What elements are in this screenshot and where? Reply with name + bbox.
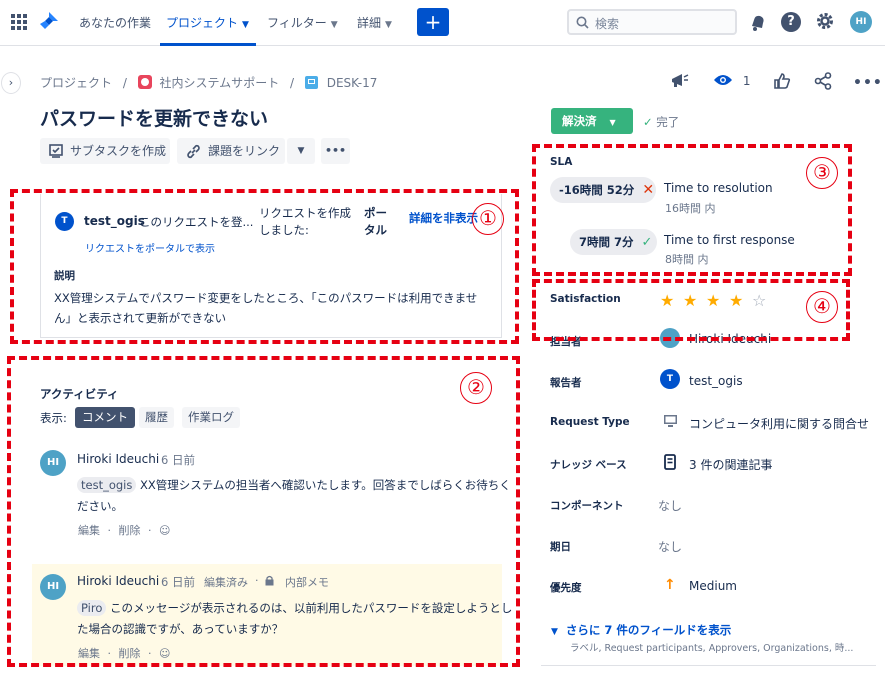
nav-your-work[interactable]: あなたの作業 [79,14,151,31]
breadcrumb-separator: / [122,76,127,90]
reporter-label: 報告者 [550,377,582,389]
project-avatar-icon [137,75,152,89]
priority-medium-icon: ↑ [664,577,676,593]
link-issue-dropdown[interactable]: ▼ [287,138,315,164]
chevron-down-icon: ▼ [551,627,558,637]
fields-divider [541,665,876,666]
reporter-value[interactable]: test_ogis [689,374,743,388]
annotation-number-3: ③ [806,157,838,189]
nav-projects-label: プロジェクト [166,16,239,30]
breadcrumb: プロジェクト / 社内システムサポート / DESK-17 [40,74,377,91]
breadcrumb-projects[interactable]: プロジェクト [40,76,112,90]
search-input[interactable]: 検索 [567,9,737,35]
breadcrumb-issue-key[interactable]: DESK-17 [327,76,378,90]
annotation-box-3 [532,144,852,276]
nav-details-label: 詳細 [357,16,382,30]
share-icon[interactable] [814,72,832,93]
watchers-count: 1 [742,74,751,88]
book-icon [664,454,676,470]
search-icon [576,16,589,29]
active-nav-indicator [160,43,256,46]
chevron-down-icon: ▼ [330,20,338,30]
create-subtask-button[interactable]: サブタスクを作成 [40,138,170,164]
sidebar-expand-button[interactable]: › [1,72,21,94]
breadcrumb-project[interactable]: 社内システムサポート [160,76,280,90]
show-more-fields-label: さらに 7 件のフィールドを表示 [565,623,732,637]
check-icon: ✓ [643,115,653,129]
component-label: コンポーネント [550,500,624,512]
link-icon [187,144,200,159]
feedback-icon[interactable] [670,71,690,94]
create-button[interactable]: + [417,8,449,36]
more-actions-icon[interactable]: ••• [853,75,883,91]
nav-projects[interactable]: プロジェクト ▼ [166,14,249,31]
jira-logo-icon[interactable] [39,11,59,33]
nav-filters-label: フィルター [267,16,327,30]
resolution-label: 完了 [656,115,680,129]
link-issue-label: 課題をリンク [208,144,281,158]
more-fields-summary: ラベル, Request participants, Approvers, Or… [570,643,854,654]
annotation-box-2 [7,356,520,667]
status-button[interactable]: 解決済 ▼ [551,108,633,134]
chevron-down-icon: ▼ [609,118,616,127]
watch-button[interactable]: 1 [713,73,750,88]
help-icon[interactable]: ? [781,12,801,32]
user-avatar[interactable]: HI [850,11,872,33]
create-subtask-label: サブタスクを作成 [70,144,167,158]
priority-label: 優先度 [550,582,582,594]
annotation-number-2: ② [460,372,492,404]
chevron-down-icon: ▼ [385,20,392,30]
chevron-down-icon: ▼ [242,20,249,30]
reporter-field-avatar: T [660,369,680,389]
nav-details[interactable]: 詳細 ▼ [357,14,392,31]
issue-type-icon [304,76,318,89]
top-navigation: あなたの作業 プロジェクト ▼ フィルター ▼ 詳細 ▼ + 検索 ? HI [0,0,885,46]
due-date-label: 期日 [550,541,571,553]
annotation-box-4 [532,279,850,341]
annotation-box-1 [10,189,519,344]
request-type-value[interactable]: コンピュータ利用に関する問合せ [689,415,869,432]
request-type-label: Request Type [550,416,630,428]
issue-more-button[interactable]: ••• [321,138,350,164]
knowledge-base-label: ナレッジ ベース [550,459,627,471]
eye-icon [714,75,732,85]
notifications-icon[interactable] [749,12,767,35]
like-icon[interactable] [773,72,791,93]
knowledge-base-value[interactable]: 3 件の関連記事 [689,456,772,473]
subtask-icon [49,144,63,158]
issue-title[interactable]: パスワードを更新できない [40,104,268,131]
annotation-number-4: ④ [806,291,838,323]
show-more-fields-button[interactable]: ▼ さらに 7 件のフィールドを表示 [551,622,731,638]
due-date-value[interactable]: なし [658,538,682,555]
status-label: 解決済 [562,114,597,128]
search-placeholder: 検索 [595,17,620,31]
annotation-number-1: ① [472,203,504,235]
app-switcher-icon[interactable] [11,14,27,30]
settings-icon[interactable] [815,11,835,34]
link-issue-button[interactable]: 課題をリンク [177,138,285,164]
priority-value[interactable]: Medium [689,579,737,593]
computer-icon [664,415,677,427]
nav-filters[interactable]: フィルター ▼ [267,14,338,31]
component-value[interactable]: なし [658,497,682,514]
breadcrumb-separator: / [290,76,295,90]
resolution-done: ✓ 完了 [643,114,679,130]
